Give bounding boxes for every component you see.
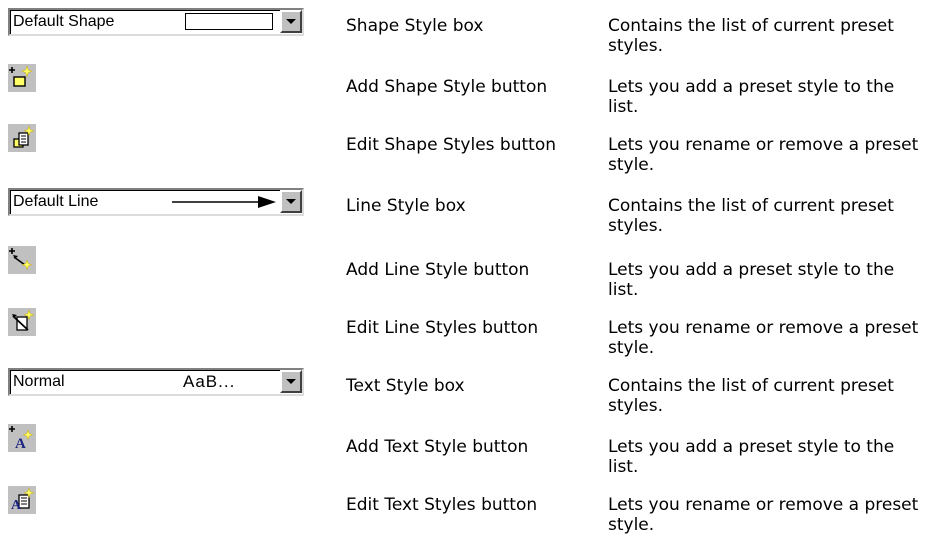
shape-style-value: Default Shape	[13, 13, 115, 30]
text-style-combo[interactable]: Normal AaB...	[8, 368, 304, 396]
shape-swatch-icon	[185, 13, 273, 30]
edit-line-styles-label: Edit Line Styles button	[346, 318, 539, 338]
add-text-style-label: Add Text Style button	[346, 437, 529, 457]
row-text-style-box: Normal AaB... Text Style box Contains th…	[0, 368, 928, 416]
edit-shape-styles-desc: Lets you rename or remove a preset style…	[608, 135, 919, 175]
row-line-style-box: Default Line Line Style box Contains the…	[0, 188, 928, 236]
text-style-box-desc: Contains the list of current preset styl…	[608, 376, 894, 416]
line-style-box-desc: Contains the list of current preset styl…	[608, 196, 894, 236]
edit-text-styles-label: Edit Text Styles button	[346, 495, 538, 515]
add-line-style-label: Add Line Style button	[346, 260, 530, 280]
add-text-style-icon[interactable]: A	[8, 424, 36, 452]
chevron-down-icon[interactable]	[280, 190, 302, 213]
add-shape-style-icon[interactable]	[8, 64, 36, 92]
add-shape-style-label: Add Shape Style button	[346, 77, 548, 97]
shape-style-box-label: Shape Style box	[346, 16, 484, 36]
add-text-style-desc: Lets you add a preset style to the list.	[608, 437, 895, 477]
add-line-style-icon[interactable]	[8, 246, 36, 274]
edit-text-styles-desc: Lets you rename or remove a preset style…	[608, 495, 919, 535]
shape-style-box-desc: Contains the list of current preset styl…	[608, 16, 894, 56]
text-style-sample: AaB...	[183, 372, 236, 391]
line-style-box-label: Line Style box	[346, 196, 466, 216]
add-line-style-desc: Lets you add a preset style to the list.	[608, 260, 895, 300]
row-shape-style-box: Default Shape Shape Style box Contains t…	[0, 8, 928, 56]
chevron-down-icon[interactable]	[280, 370, 302, 393]
line-arrow-icon	[172, 196, 276, 208]
chevron-down-icon[interactable]	[280, 10, 302, 33]
svg-text:A: A	[15, 436, 26, 452]
edit-shape-styles-label: Edit Shape Styles button	[346, 135, 556, 155]
edit-line-styles-desc: Lets you rename or remove a preset style…	[608, 318, 919, 358]
shape-style-combo[interactable]: Default Shape	[8, 8, 304, 36]
text-style-box-label: Text Style box	[346, 376, 465, 396]
edit-text-styles-icon[interactable]: A	[8, 486, 36, 514]
edit-line-styles-icon[interactable]	[8, 308, 36, 336]
svg-text:A: A	[11, 498, 22, 513]
text-style-value: Normal	[13, 373, 65, 390]
line-style-combo[interactable]: Default Line	[8, 188, 304, 216]
add-shape-style-desc: Lets you add a preset style to the list.	[608, 77, 895, 117]
edit-shape-styles-icon[interactable]	[8, 124, 36, 152]
line-style-value: Default Line	[13, 193, 99, 210]
